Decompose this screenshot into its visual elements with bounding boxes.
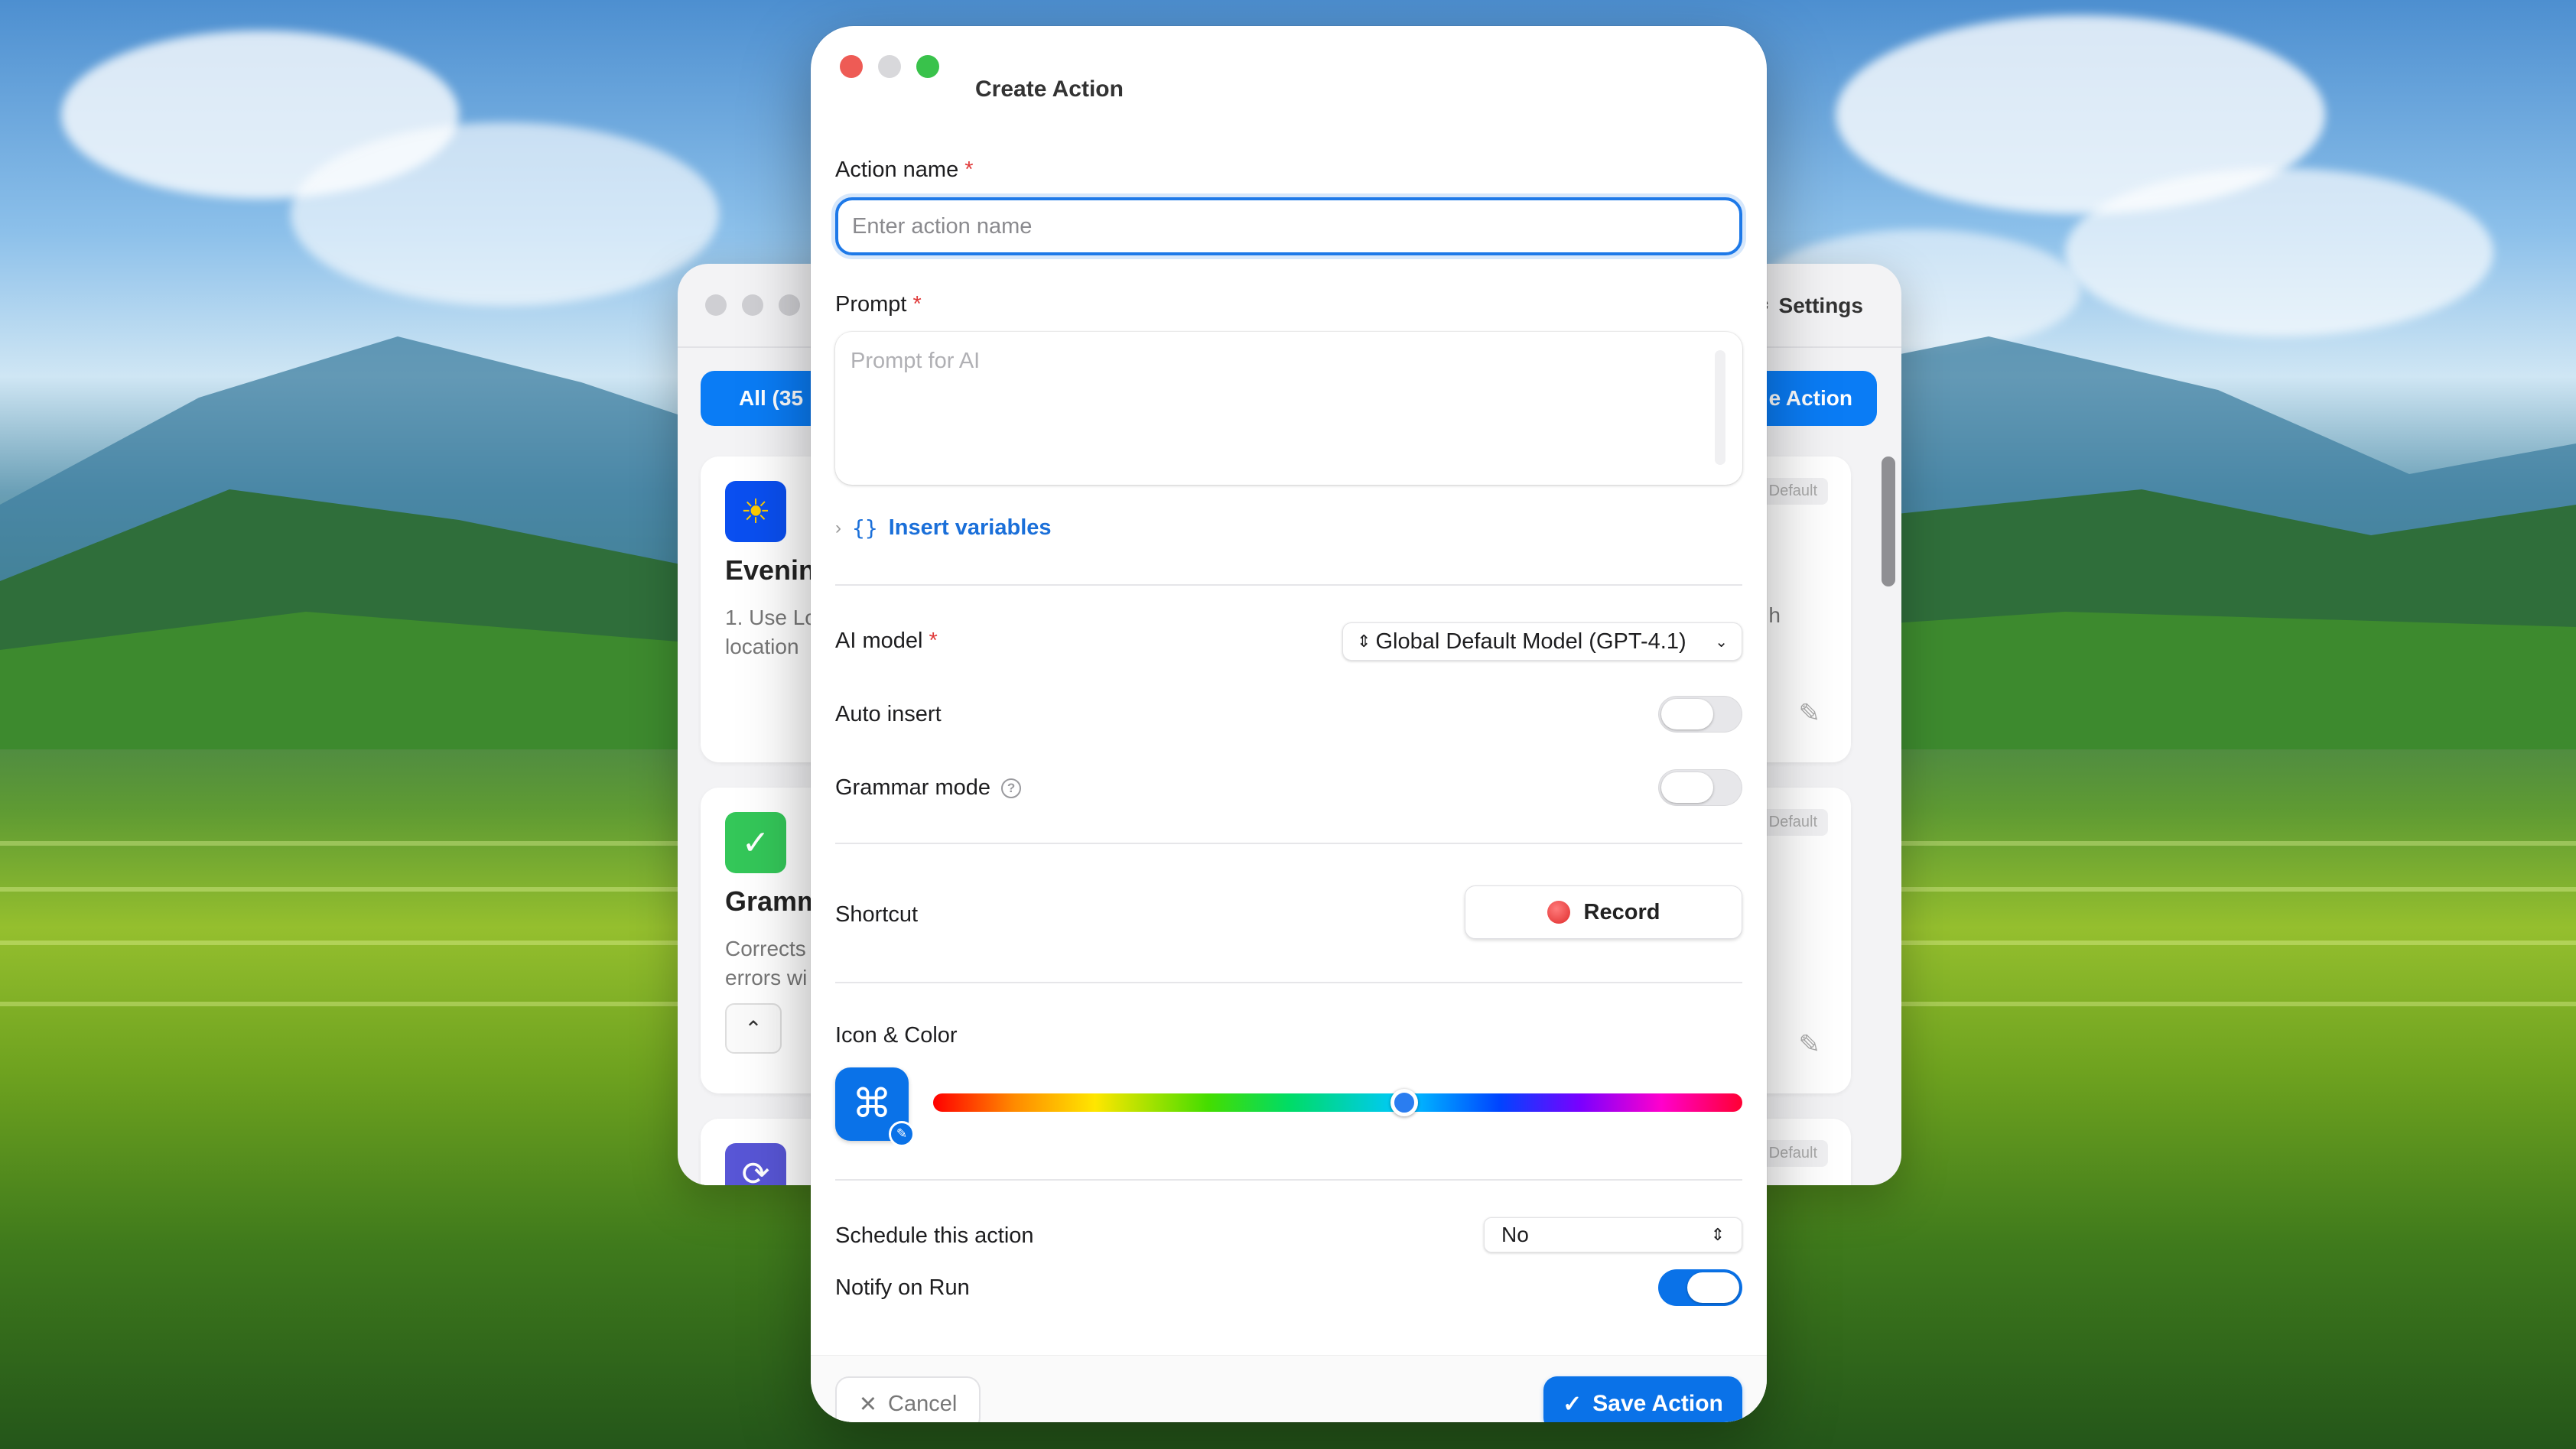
cancel-button[interactable]: ✕ Cancel — [835, 1376, 981, 1422]
auto-insert-toggle[interactable] — [1658, 696, 1742, 733]
window-controls — [840, 55, 939, 78]
chevron-down-icon: ⌄ — [1715, 633, 1728, 651]
background-scrollbar[interactable] — [1882, 456, 1895, 586]
help-icon[interactable]: ? — [1001, 778, 1022, 799]
toggle-knob — [1661, 772, 1713, 803]
insert-variables-label: Insert variables — [888, 515, 1052, 540]
dialog-titlebar — [811, 26, 1767, 110]
cancel-label: Cancel — [888, 1391, 958, 1416]
pencil-icon: ✎ — [889, 1121, 915, 1147]
notify-on-run-label: Notify on Run — [835, 1275, 970, 1300]
icon-picker-button[interactable]: ⌘ ✎ — [835, 1067, 915, 1147]
divider — [835, 843, 1742, 844]
ai-model-select[interactable]: ⇕ Global Default Model (GPT-4.1) ⌄ — [1342, 622, 1742, 661]
action-card-description: 1. Use Lo location — [725, 606, 817, 658]
sun-icon: ☀ — [725, 481, 786, 542]
record-label: Record — [1583, 899, 1660, 924]
notify-on-run-toggle[interactable] — [1658, 1269, 1742, 1306]
dialog-title: Create Action — [975, 76, 1124, 102]
edit-icon[interactable]: ✎ — [1799, 698, 1821, 729]
grammar-mode-toggle[interactable] — [1658, 769, 1742, 806]
toggle-knob — [1687, 1272, 1739, 1303]
required-mark: * — [912, 292, 922, 317]
hue-slider[interactable] — [933, 1089, 1742, 1116]
background-minimize-button[interactable] — [742, 294, 763, 316]
background-window-controls — [705, 294, 800, 316]
ai-model-selected: Global Default Model (GPT-4.1) — [1375, 629, 1686, 654]
refresh-icon: ⟳ — [725, 1143, 786, 1185]
chevron-up-icon: ⌃ — [744, 1016, 763, 1041]
prompt-scrollbar[interactable] — [1715, 350, 1725, 465]
schedule-select[interactable]: No ⇕ — [1484, 1217, 1742, 1252]
chevron-right-icon: › — [835, 517, 841, 538]
divider — [835, 584, 1742, 586]
grammar-mode-label: Grammar mode? — [835, 775, 1022, 801]
move-up-button[interactable]: ⌃ — [725, 1003, 782, 1054]
default-badge: Default — [1758, 1140, 1828, 1167]
hue-slider-thumb[interactable] — [1390, 1089, 1418, 1116]
command-icon: ⌘ — [852, 1082, 892, 1126]
required-mark: * — [929, 629, 938, 653]
braces-icon: {} — [852, 515, 878, 541]
action-card-title: Evenin — [725, 554, 816, 586]
action-name-input[interactable] — [835, 197, 1742, 255]
auto-insert-label: Auto insert — [835, 702, 942, 726]
icon-color-label: Icon & Color — [835, 1023, 958, 1048]
settings-button[interactable]: ⚙ Settings — [1750, 293, 1863, 318]
background-close-button[interactable] — [705, 294, 727, 316]
up-down-chevron-icon: ⇕ — [1710, 1225, 1725, 1244]
create-action-dialog: Create Action Action name* Prompt* › {} … — [811, 26, 1767, 1422]
minimize-button[interactable] — [878, 55, 901, 78]
edit-icon[interactable]: ✎ — [1799, 1029, 1821, 1060]
save-action-button[interactable]: ✓ Save Action — [1543, 1376, 1742, 1422]
schedule-selected: No — [1501, 1223, 1529, 1246]
prompt-textarea[interactable] — [835, 332, 1742, 485]
divider — [835, 1179, 1742, 1181]
up-down-chevron-icon: ⇕ — [1357, 632, 1371, 651]
close-button[interactable] — [840, 55, 863, 78]
divider — [835, 982, 1742, 983]
shortcut-label: Shortcut — [835, 902, 918, 927]
record-shortcut-button[interactable]: Record — [1465, 885, 1742, 939]
zoom-button[interactable] — [916, 55, 939, 78]
action-name-label: Action name * — [835, 158, 974, 182]
default-badge: Default — [1758, 478, 1828, 505]
prompt-field — [835, 332, 1742, 485]
ai-model-label: AI model * — [835, 629, 938, 653]
background-zoom-button[interactable] — [779, 294, 800, 316]
chat-check-icon: ✓ — [725, 812, 786, 873]
record-icon — [1547, 901, 1570, 924]
default-badge: Default — [1758, 809, 1828, 836]
settings-label: Settings — [1778, 293, 1863, 317]
action-card-title: Gramm — [725, 885, 822, 917]
checkmark-icon: ✓ — [1563, 1391, 1582, 1417]
save-label: Save Action — [1592, 1391, 1723, 1416]
close-icon: ✕ — [858, 1392, 878, 1417]
action-card-description-tail: h — [1768, 603, 1781, 627]
schedule-label: Schedule this action — [835, 1223, 1034, 1248]
action-card-description: Corrects errors wi — [725, 937, 808, 989]
required-mark: * — [964, 158, 974, 182]
toggle-knob — [1661, 699, 1713, 729]
insert-variables-toggle[interactable]: › {} Insert variables — [835, 515, 1052, 541]
prompt-label: Prompt * — [835, 292, 922, 317]
